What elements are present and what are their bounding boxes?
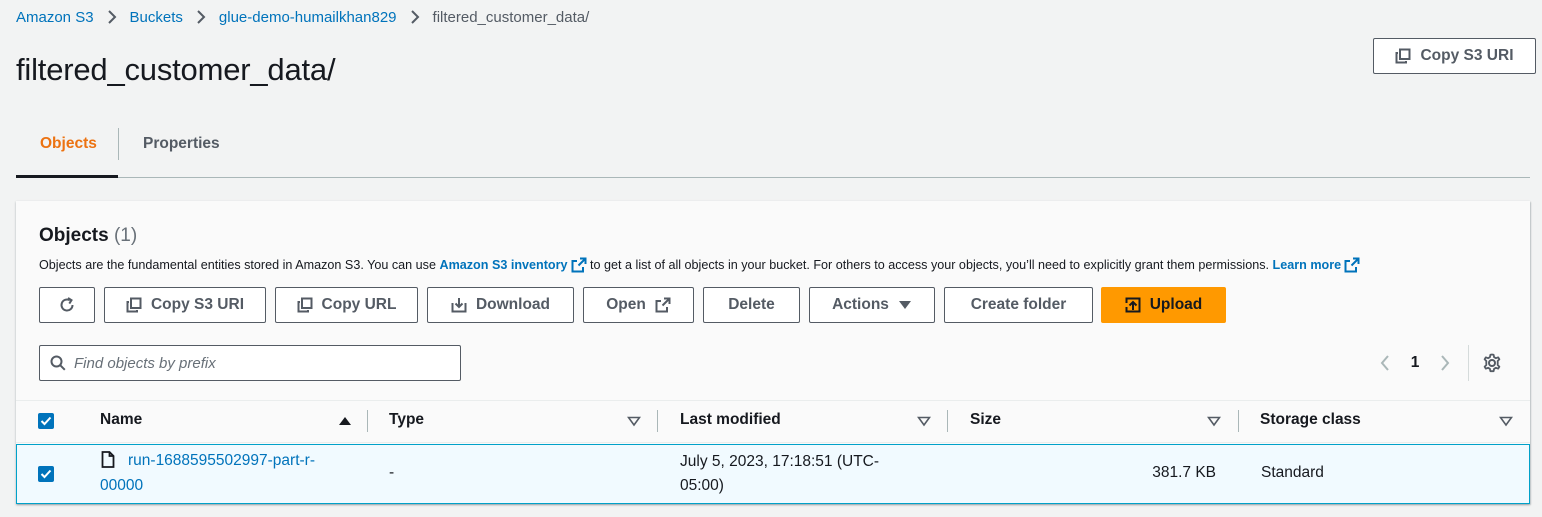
column-divider (1238, 410, 1239, 432)
checkmark-icon (40, 416, 52, 426)
chevron-right-icon (190, 6, 212, 28)
column-header-storage-class[interactable]: Storage class (1260, 411, 1361, 429)
table-settings-button[interactable] (1480, 350, 1504, 376)
sort-icon[interactable] (1207, 414, 1221, 428)
amazon-s3-inventory-label: Amazon S3 inventory (439, 258, 568, 272)
upload-label: Upload (1149, 296, 1203, 313)
external-link-icon (655, 297, 671, 313)
tab-properties[interactable]: Properties (143, 126, 220, 162)
objects-description-text-1: Objects are the fundamental entities sto… (39, 258, 436, 272)
caret-down-icon (898, 301, 911, 309)
previous-page-button[interactable] (1374, 350, 1396, 376)
column-header-type[interactable]: Type (389, 411, 424, 429)
pagination-divider (1468, 345, 1469, 381)
delete-button[interactable]: Delete (703, 287, 800, 323)
sort-icon[interactable] (1499, 414, 1513, 428)
object-last-modified-continued: 05:00) (680, 477, 724, 494)
breadcrumb-bucket[interactable]: glue-demo-humailkhan829 (219, 9, 397, 26)
search-icon (50, 355, 66, 371)
column-divider (367, 410, 368, 432)
refresh-button[interactable] (39, 287, 95, 323)
chevron-left-icon (1380, 355, 1389, 371)
objects-panel-title: Objects (1) (39, 225, 137, 247)
download-label: Download (475, 296, 551, 313)
checkmark-icon (40, 469, 52, 479)
upload-button[interactable]: Upload (1101, 287, 1226, 323)
page-number-current[interactable]: 1 (1404, 350, 1426, 376)
object-last-modified: July 5, 2023, 17:18:51 (UTC- (680, 453, 880, 470)
breadcrumb-amazon-s3[interactable]: Amazon S3 (16, 9, 94, 26)
object-type: - (389, 464, 395, 481)
tab-properties-label: Properties (143, 135, 220, 152)
learn-more-link[interactable]: Learn more (1273, 257, 1361, 273)
copy-icon (297, 297, 313, 313)
row-checkbox[interactable] (38, 466, 54, 482)
actions-label: Actions (832, 296, 889, 313)
create-folder-button[interactable]: Create folder (944, 287, 1093, 323)
column-header-name[interactable]: Name (100, 411, 142, 429)
object-storage-class: Standard (1261, 464, 1324, 481)
tab-objects-label: Objects (40, 135, 97, 152)
column-divider (657, 410, 658, 432)
create-folder-label: Create folder (970, 296, 1067, 313)
open-label: Open (606, 296, 646, 313)
breadcrumb-current: filtered_customer_data/ (432, 8, 590, 26)
breadcrumb-buckets[interactable]: Buckets (130, 9, 183, 26)
column-header-last-modified[interactable]: Last modified (680, 411, 781, 429)
upload-icon (1125, 297, 1141, 313)
column-divider (947, 410, 948, 432)
next-page-button[interactable] (1434, 350, 1456, 376)
object-size: 381.7 KB (1152, 464, 1216, 481)
amazon-s3-inventory-link[interactable]: Amazon S3 inventory (439, 257, 587, 273)
sort-ascending-icon[interactable] (338, 414, 352, 428)
page-title: filtered_customer_data/ (16, 52, 336, 87)
copy-s3-uri-label: Copy S3 URI (150, 296, 244, 313)
sort-icon[interactable] (627, 414, 641, 428)
select-all-checkbox[interactable] (38, 413, 54, 429)
copy-icon (1395, 48, 1411, 64)
tab-objects[interactable]: Objects (40, 126, 97, 162)
copy-s3-uri-header-label: Copy S3 URI (1420, 47, 1514, 64)
delete-label: Delete (728, 296, 775, 313)
copy-url-button[interactable]: Copy URL (275, 287, 418, 323)
objects-panel-heading: Objects (39, 225, 109, 246)
copy-s3-uri-button[interactable]: Copy S3 URI (104, 287, 266, 323)
open-button[interactable]: Open (583, 287, 694, 323)
objects-description: Objects are the fundamental entities sto… (39, 257, 1360, 273)
file-icon (101, 451, 115, 468)
copy-icon (126, 297, 142, 313)
refresh-icon (60, 297, 74, 312)
actions-dropdown[interactable]: Actions (809, 287, 935, 323)
chevron-right-icon (1441, 355, 1450, 371)
download-icon (451, 298, 467, 313)
object-name-link-continued[interactable]: 00000 (100, 475, 143, 497)
search-box (39, 345, 461, 381)
object-name-link[interactable]: run-1688595502997-part-r- (128, 450, 315, 472)
breadcrumb: Amazon S3 Buckets glue-demo-humailkhan82… (16, 6, 589, 28)
column-header-size[interactable]: Size (970, 411, 1001, 429)
objects-description-text-2: to get a list of all objects in your buc… (590, 258, 1270, 272)
external-link-icon (1344, 257, 1360, 273)
gear-icon (1483, 353, 1501, 373)
objects-count: (1) (113, 225, 138, 246)
copy-url-label: Copy URL (321, 296, 397, 313)
copy-s3-uri-header-button[interactable]: Copy S3 URI (1373, 38, 1536, 74)
sort-icon[interactable] (917, 414, 931, 428)
chevron-right-icon (101, 6, 123, 28)
tabs-baseline (16, 177, 1530, 178)
search-input[interactable] (74, 354, 434, 372)
learn-more-label: Learn more (1272, 258, 1342, 272)
download-button[interactable]: Download (427, 287, 574, 323)
active-tab-indicator (16, 175, 118, 178)
chevron-right-icon (404, 6, 426, 28)
external-link-icon (571, 257, 587, 273)
tab-divider (118, 128, 119, 160)
